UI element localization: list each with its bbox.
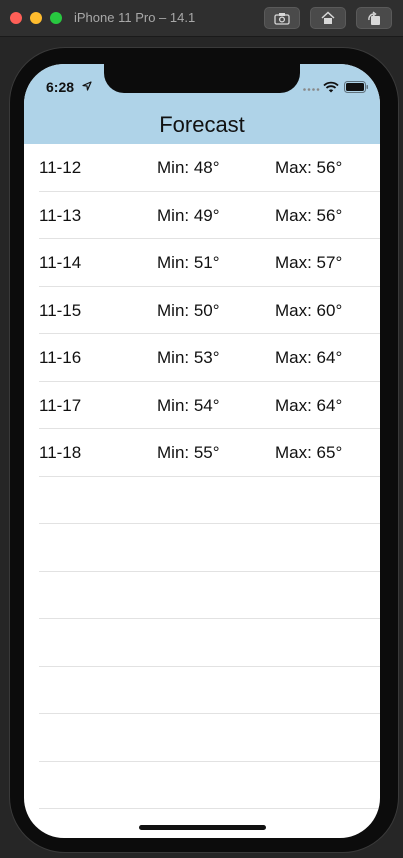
zoom-window-button[interactable] bbox=[50, 12, 62, 24]
forecast-date: 11-16 bbox=[39, 348, 82, 367]
forecast-min: Min: 50° bbox=[157, 300, 220, 320]
forecast-max: Max: 64° bbox=[275, 395, 343, 415]
forecast-max: Max: 64° bbox=[275, 348, 343, 367]
table-row[interactable]: 11-14 Min: 51° Max: 57° bbox=[24, 239, 380, 287]
wifi-icon bbox=[323, 81, 339, 93]
rotate-icon bbox=[368, 10, 380, 25]
screenshot-button[interactable] bbox=[264, 7, 300, 29]
home-button[interactable] bbox=[310, 7, 346, 29]
battery-icon bbox=[344, 81, 368, 93]
forecast-min: Min: 51° bbox=[157, 253, 220, 272]
status-time: 6:28 bbox=[46, 79, 75, 95]
forecast-table: 11-12 Min: 48° Max: 56° 11-13 Min: 49° M… bbox=[24, 144, 380, 809]
minimize-window-button[interactable] bbox=[30, 12, 42, 24]
device-notch bbox=[104, 64, 300, 93]
forecast-max: Max: 56° bbox=[275, 205, 343, 225]
empty-row bbox=[24, 762, 380, 810]
forecast-min: Min: 53° bbox=[157, 348, 220, 367]
empty-row bbox=[24, 572, 380, 620]
simulator-title-bar: iPhone 11 Pro – 14.1 bbox=[0, 0, 403, 37]
forecast-max: Max: 60° bbox=[275, 300, 343, 320]
forecast-max: Max: 65° bbox=[275, 443, 343, 462]
table-row[interactable]: 11-17 Min: 54° Max: 64° bbox=[24, 382, 380, 430]
page-title: Forecast bbox=[159, 112, 245, 137]
signal-dots-icon bbox=[303, 88, 320, 91]
empty-row bbox=[24, 667, 380, 715]
table-row[interactable]: 11-15 Min: 50° Max: 60° bbox=[24, 287, 380, 335]
table-row[interactable]: 11-12 Min: 48° Max: 56° bbox=[24, 144, 380, 192]
table-row[interactable]: 11-18 Min: 55° Max: 65° bbox=[24, 429, 380, 477]
table-row[interactable]: 11-13 Min: 49° Max: 56° bbox=[24, 192, 380, 240]
forecast-date: 11-13 bbox=[39, 205, 82, 225]
forecast-max: Max: 57° bbox=[275, 253, 343, 272]
empty-row bbox=[24, 477, 380, 525]
app-screen: 6:28 Forecast 11-12 Min: 48° Max: 56° 11… bbox=[24, 64, 380, 838]
empty-row bbox=[24, 619, 380, 667]
forecast-min: Min: 55° bbox=[157, 443, 220, 462]
table-row[interactable]: 11-16 Min: 53° Max: 64° bbox=[24, 334, 380, 382]
forecast-date: 11-18 bbox=[39, 443, 82, 462]
location-arrow-icon bbox=[82, 81, 92, 91]
navigation-bar: 6:28 Forecast bbox=[24, 64, 380, 144]
home-icon bbox=[321, 11, 335, 24]
forecast-min: Min: 48° bbox=[157, 158, 220, 177]
empty-row bbox=[24, 524, 380, 572]
home-indicator[interactable] bbox=[139, 825, 266, 830]
forecast-date: 11-14 bbox=[39, 253, 82, 272]
forecast-date: 11-17 bbox=[39, 395, 82, 415]
simulator-title: iPhone 11 Pro – 14.1 bbox=[74, 10, 196, 25]
forecast-max: Max: 56° bbox=[275, 158, 343, 177]
forecast-date: 11-15 bbox=[39, 300, 82, 320]
rotate-button[interactable] bbox=[356, 7, 392, 29]
close-window-button[interactable] bbox=[10, 12, 22, 24]
empty-row bbox=[24, 714, 380, 762]
forecast-min: Min: 54° bbox=[157, 395, 220, 415]
forecast-min: Min: 49° bbox=[157, 205, 220, 225]
forecast-date: 11-12 bbox=[39, 158, 82, 177]
screenshot-icon bbox=[274, 12, 290, 25]
